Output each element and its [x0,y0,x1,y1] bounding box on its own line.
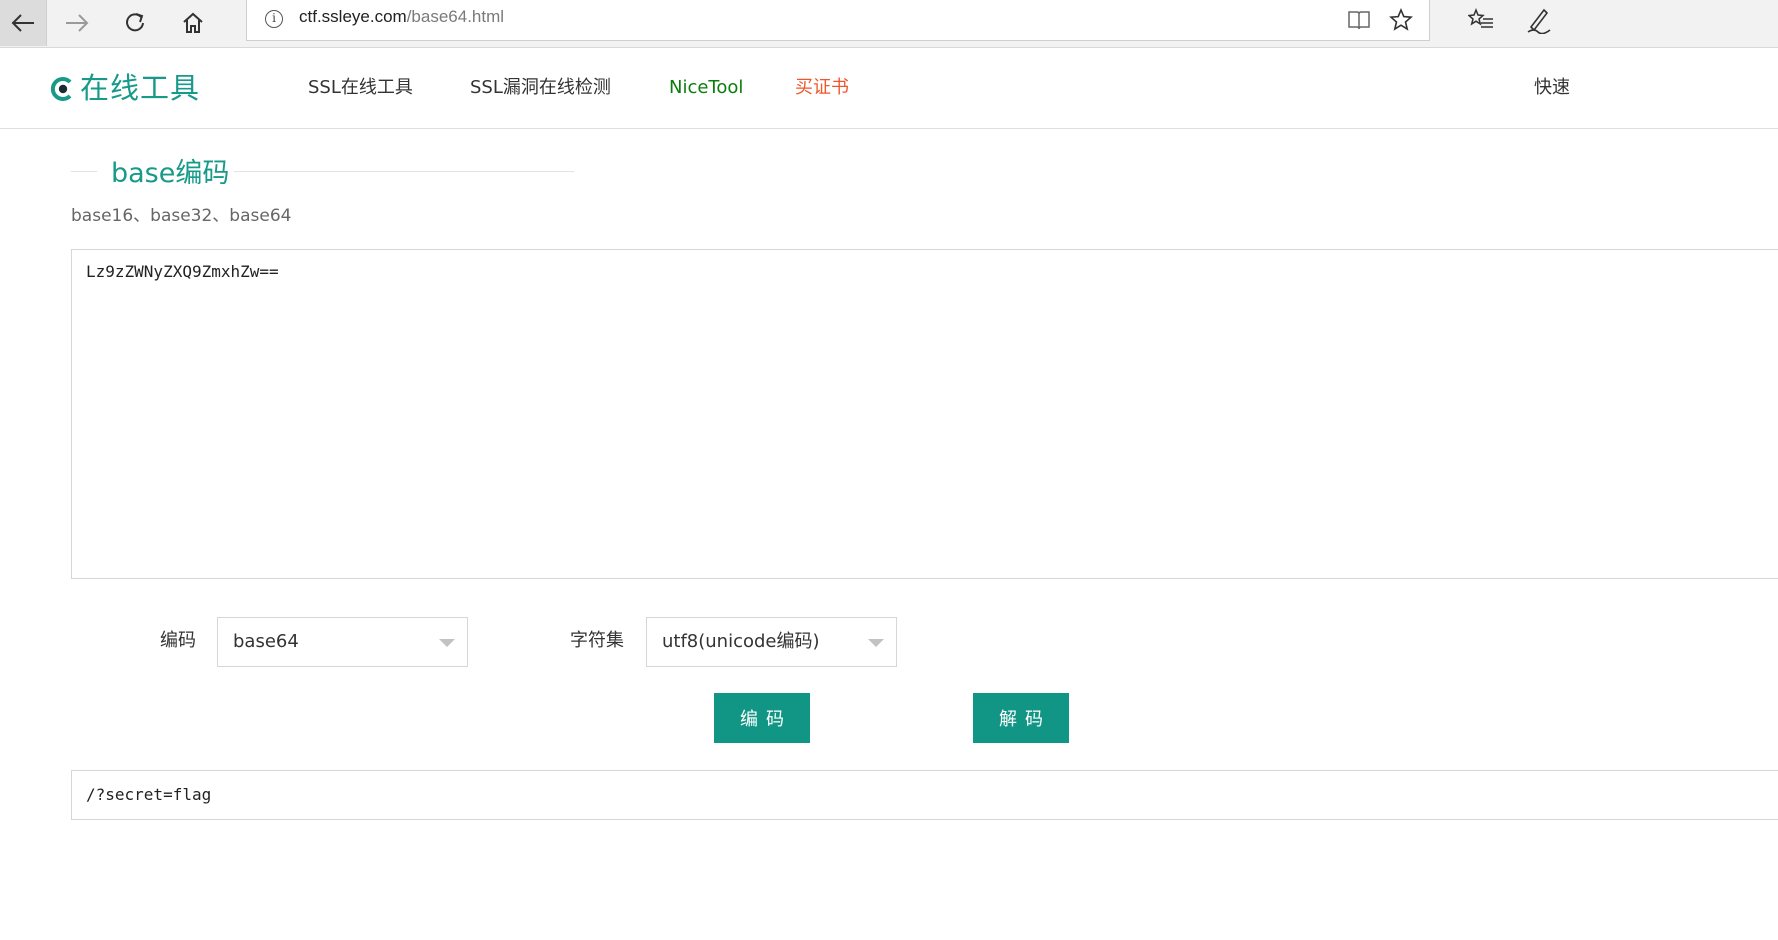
reading-view-icon[interactable] [1347,9,1371,31]
nav-ssl-vuln-check[interactable]: SSL漏洞在线检测 [470,77,611,99]
title-divider-left [71,171,97,172]
caret-down-icon [868,639,884,647]
info-icon[interactable]: i [265,10,283,28]
page-subtitle: base16、base32、base64 [71,206,292,226]
decode-button[interactable]: 解码 [973,693,1069,743]
back-arrow-icon [11,14,34,32]
title-divider-right [234,171,574,172]
nav-buy-certificate[interactable]: 买证书 [795,77,849,99]
forward-arrow-icon [66,14,89,32]
page-title: base编码 [111,158,230,189]
encode-button[interactable]: 编码 [714,693,810,743]
url-path: /base64.html [406,7,505,26]
pen-note-icon[interactable] [1526,6,1552,34]
refresh-icon [126,13,144,32]
address-bar[interactable]: i ctf.ssleye.com/base64.html [246,0,1430,41]
home-icon [183,12,203,33]
logo-text[interactable]: 在线工具 [80,70,200,106]
refresh-button[interactable] [106,0,164,46]
charset-select-value: utf8(unicode编码) [662,631,820,652]
url-text[interactable]: ctf.ssleye.com/base64.html [299,6,504,28]
encoding-select-value: base64 [233,631,299,652]
logo-icon[interactable] [50,76,74,102]
nav-ssl-tools[interactable]: SSL在线工具 [308,77,413,99]
nav-quick[interactable]: 快速 [1534,77,1570,99]
caret-down-icon [439,639,455,647]
input-textarea[interactable]: Lz9zZWNyZXQ9ZmxhZw== [71,249,1778,579]
forward-button[interactable] [48,0,106,46]
site-header: 在线工具 SSL在线工具 SSL漏洞在线检测 NiceTool 买证书 快速 [0,48,1778,129]
favorite-star-icon[interactable] [1389,8,1413,32]
charset-label: 字符集 [570,630,624,651]
url-host: ctf.ssleye.com [299,7,407,26]
favorites-list-icon[interactable] [1468,8,1494,32]
back-button[interactable] [0,0,47,46]
encoding-label: 编码 [160,630,196,651]
nav-nicetool[interactable]: NiceTool [669,77,743,99]
charset-select[interactable]: utf8(unicode编码) [646,617,897,667]
output-textarea[interactable]: /?secret=flag [71,770,1778,820]
encoding-select[interactable]: base64 [217,617,468,667]
browser-toolbar: i ctf.ssleye.com/base64.html [0,0,1778,48]
home-button[interactable] [164,0,222,46]
